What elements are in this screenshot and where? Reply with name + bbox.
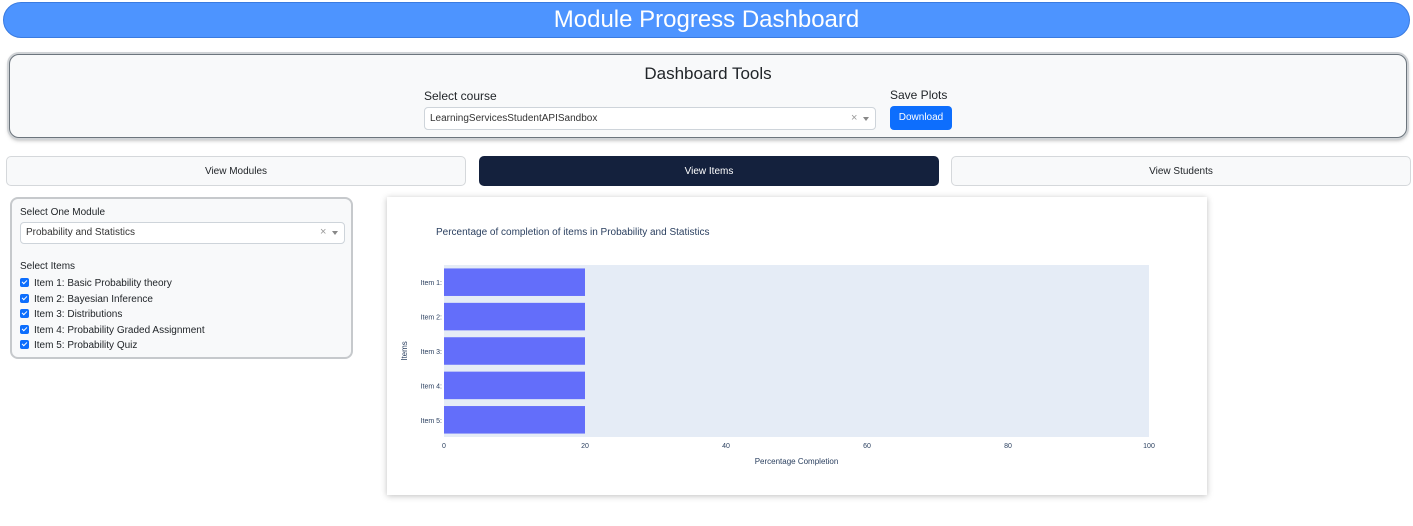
x-tick-label: 40 [722, 443, 730, 450]
y-axis-title: Items [400, 341, 409, 361]
course-value: LearningServicesStudentAPISandbox [430, 113, 598, 124]
clear-icon[interactable]: × [851, 108, 857, 129]
checkbox-checked-icon[interactable] [20, 340, 29, 349]
item-checkbox-4[interactable]: Item 4: Probability Graded Assignment [20, 325, 205, 337]
item-checkbox-5[interactable]: Item 5: Probability Quiz [20, 340, 137, 352]
dashboard-tools-card: Dashboard Tools Select course LearningSe… [9, 54, 1407, 138]
checkbox-checked-icon[interactable] [20, 309, 29, 318]
module-select-label: Select One Module [20, 207, 106, 218]
tools-title: Dashboard Tools [644, 64, 772, 83]
bar-item-4[interactable] [444, 371, 585, 400]
dashboard-title: Module Progress Dashboard [3, 2, 1410, 38]
tab-view-modules[interactable]: View Modules [6, 156, 466, 186]
chart-title: Percentage of completion of items in Pro… [436, 227, 709, 238]
tab-view-items[interactable]: View Items [479, 156, 939, 186]
x-tick-label: 100 [1143, 443, 1155, 450]
bar-item-3[interactable] [444, 337, 585, 365]
y-tick-label: Item 3: [421, 349, 442, 356]
y-tick-label: Item 2: [421, 315, 442, 322]
item-checkbox-2[interactable]: Item 2: Bayesian Inference [20, 294, 153, 306]
download-button[interactable]: Download [890, 106, 952, 130]
item-label: Item 3: Distributions [34, 309, 123, 320]
module-select[interactable]: Probability and Statistics × [20, 222, 345, 244]
x-tick-label: 60 [863, 443, 871, 450]
course-select[interactable]: LearningServicesStudentAPISandbox × [424, 107, 876, 130]
module-value: Probability and Statistics [26, 227, 135, 238]
clear-icon[interactable]: × [320, 222, 326, 242]
item-checkbox-3[interactable]: Item 3: Distributions [20, 309, 122, 321]
items-label: Select Items [20, 261, 76, 272]
x-tick-label: 20 [581, 443, 589, 450]
y-tick-label: Item 5: [421, 418, 442, 425]
item-label: Item 4: Probability Graded Assignment [34, 325, 205, 336]
checkbox-checked-icon[interactable] [20, 294, 29, 303]
x-tick-label: 80 [1004, 443, 1012, 450]
item-label: Item 2: Bayesian Inference [34, 294, 153, 305]
bar-item-5[interactable] [444, 406, 585, 434]
chevron-down-icon[interactable] [332, 231, 338, 235]
course-label: Select course [424, 89, 497, 103]
item-label: Item 5: Probability Quiz [34, 340, 138, 351]
bar-item-1[interactable] [444, 268, 585, 296]
bar-item-2[interactable] [444, 302, 585, 331]
y-tick-label: Item 1: [421, 280, 442, 287]
tab-view-students[interactable]: View Students [951, 156, 1411, 186]
x-tick-label: 0 [442, 443, 446, 450]
item-checkbox-1[interactable]: Item 1: Basic Probability theory [20, 278, 172, 290]
save-plots-label: Save Plots [890, 88, 948, 102]
completion-chart[interactable]: Percentage of completion of items in Pro… [387, 197, 1207, 495]
completion-chart-card: Percentage of completion of items in Pro… [387, 197, 1207, 495]
x-axis-title: Percentage Completion [755, 457, 839, 466]
checkbox-checked-icon[interactable] [20, 325, 29, 334]
module-selector-panel: Select One Module Probability and Statis… [10, 197, 353, 359]
chevron-down-icon[interactable] [863, 117, 869, 121]
item-label: Item 1: Basic Probability theory [34, 278, 172, 289]
checkbox-checked-icon[interactable] [20, 278, 29, 287]
y-tick-label: Item 4: [421, 383, 442, 390]
